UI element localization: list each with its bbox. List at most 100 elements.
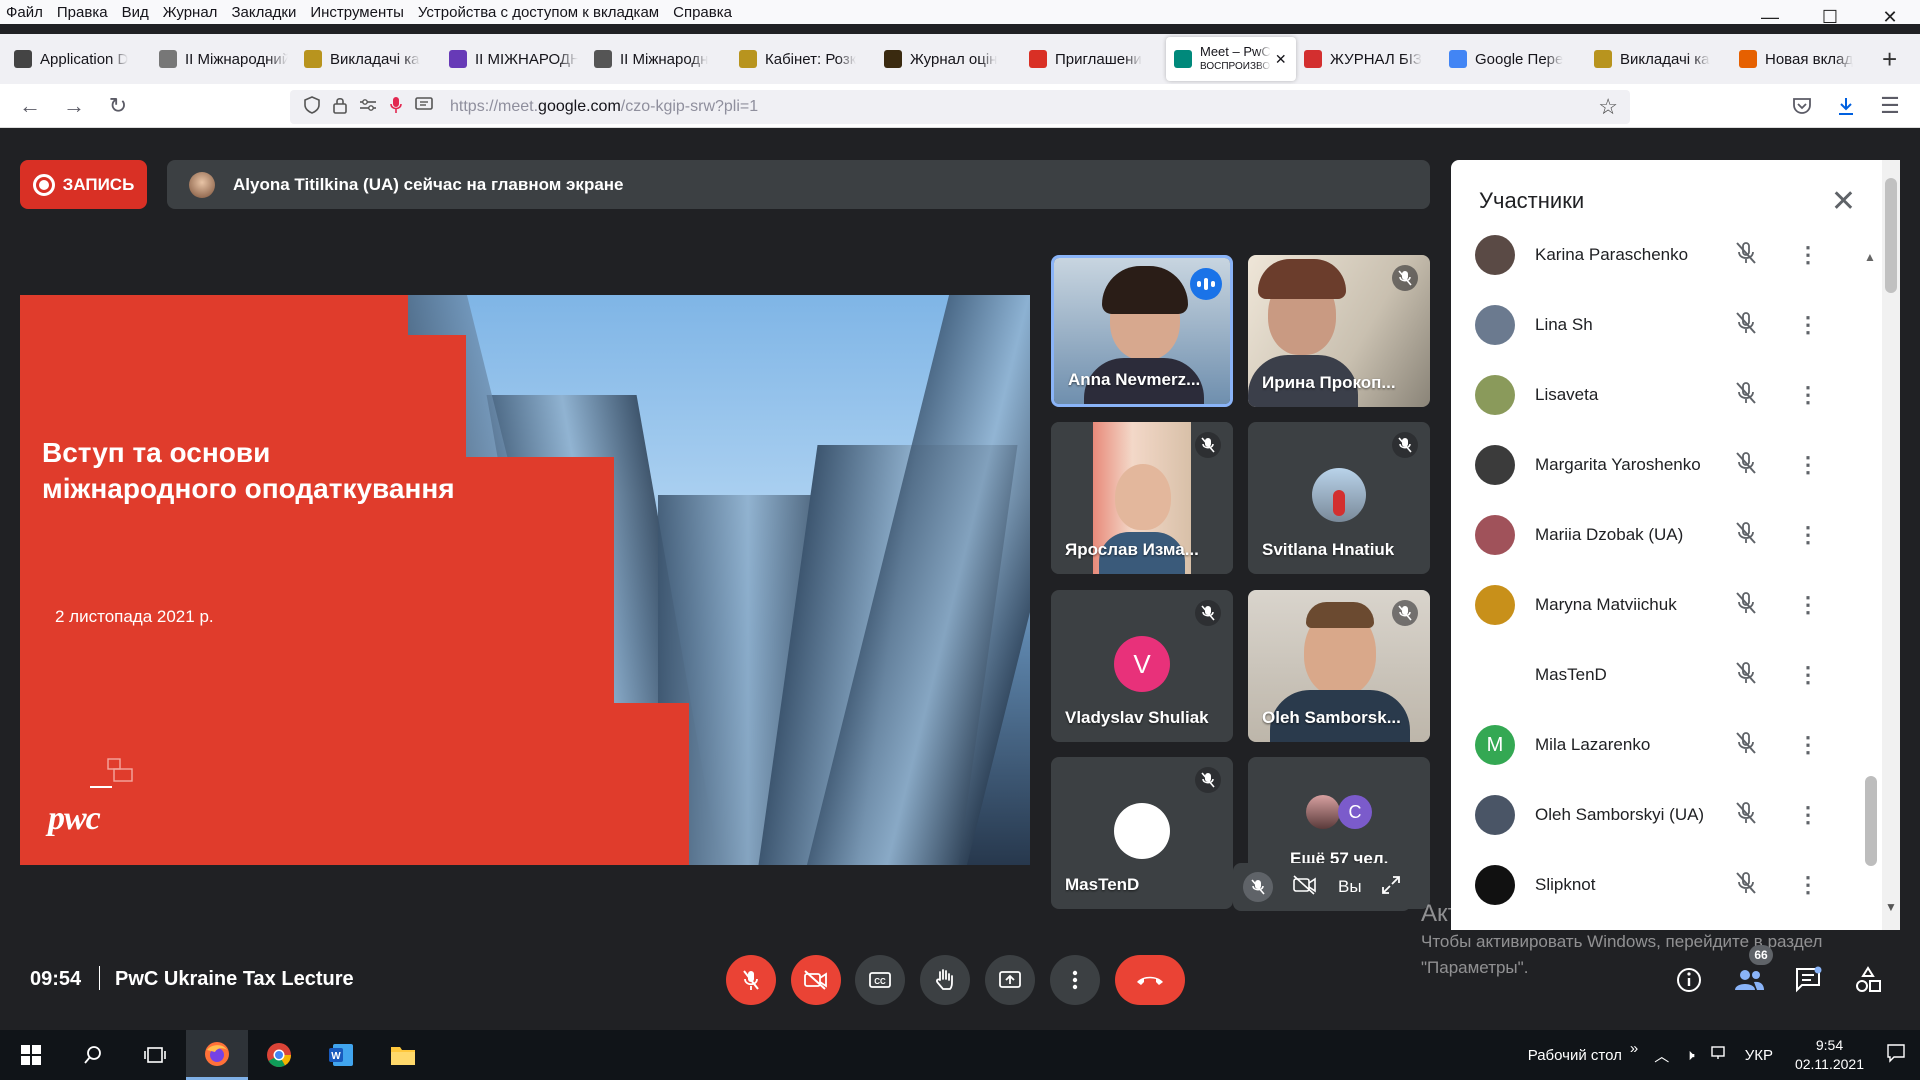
browser-tab[interactable]: Новая вклад <box>1731 39 1876 79</box>
url-text[interactable]: https://meet.google.com/czo-kgip-srw?pli… <box>450 98 758 116</box>
mute-participant-icon[interactable] <box>1733 730 1759 761</box>
menu-edit[interactable]: Правка <box>50 4 115 21</box>
menu-synced-tabs[interactable]: Устройства с доступом к вкладкам <box>411 4 666 21</box>
address-bar[interactable]: https://meet.google.com/czo-kgip-srw?pli… <box>290 90 1630 124</box>
self-view-bar[interactable]: Вы <box>1233 863 1411 911</box>
page-scroll-thumb[interactable] <box>1885 178 1897 293</box>
participant-tile[interactable]: Ирина Прокоп... <box>1248 255 1430 407</box>
participant-tile[interactable]: Svitlana Hnatiuk <box>1248 422 1430 574</box>
microphone-active-icon[interactable] <box>382 96 410 119</box>
more-options-button[interactable] <box>1050 955 1100 1005</box>
menu-view[interactable]: Вид <box>115 4 156 21</box>
participant-more-icon[interactable]: ⋮ <box>1797 874 1819 896</box>
taskbar-chrome[interactable] <box>248 1030 310 1080</box>
browser-tab[interactable]: Журнал оцін <box>876 39 1021 79</box>
mute-participant-icon[interactable] <box>1733 800 1759 831</box>
participant-tile[interactable]: Oleh Samborsk... <box>1248 590 1430 742</box>
browser-tab[interactable]: Приглашени <box>1021 39 1166 79</box>
participant-more-icon[interactable]: ⋮ <box>1797 454 1819 476</box>
participant-more-icon[interactable]: ⋮ <box>1797 594 1819 616</box>
menu-file[interactable]: Файл <box>0 4 50 21</box>
forward-button[interactable]: → <box>52 84 96 128</box>
participant-tile[interactable]: Ярослав Изма... <box>1051 422 1233 574</box>
browser-tab[interactable]: Викладачі ка <box>296 39 441 79</box>
speaker-icon[interactable]: 🕨 <box>1685 1047 1694 1064</box>
reload-button[interactable]: ↻ <box>96 84 140 128</box>
shield-icon[interactable] <box>298 95 326 119</box>
participant-more-icon[interactable]: ⋮ <box>1797 524 1819 546</box>
camera-toggle-button[interactable] <box>791 955 841 1005</box>
participant-more-icon[interactable]: ⋮ <box>1797 664 1819 686</box>
mute-participant-icon[interactable] <box>1733 520 1759 551</box>
lock-icon[interactable] <box>326 96 354 119</box>
close-panel-icon[interactable]: ✕ <box>1831 184 1856 219</box>
mute-participant-icon[interactable] <box>1733 660 1759 691</box>
participant-row[interactable]: MasTenD ⋮ <box>1451 640 1871 710</box>
browser-tab[interactable]: ЖУРНАЛ БІЗ <box>1296 39 1441 79</box>
back-button[interactable]: ← <box>8 84 52 128</box>
minimize-button[interactable]: — <box>1740 0 1800 34</box>
meeting-details-button[interactable] <box>1669 960 1709 1000</box>
browser-tab[interactable]: II Міжнародн <box>586 39 731 79</box>
browser-tab[interactable]: Викладачі ка <box>1586 39 1731 79</box>
scroll-down-icon[interactable]: ▼ <box>1885 900 1897 914</box>
chat-button[interactable] <box>1788 960 1828 1000</box>
page-scrollbar[interactable]: ▼ <box>1882 160 1900 930</box>
participant-more-icon[interactable]: ⋮ <box>1797 384 1819 406</box>
participant-more-icon[interactable]: ⋮ <box>1797 244 1819 266</box>
raise-hand-button[interactable] <box>920 955 970 1005</box>
mute-participant-icon[interactable] <box>1733 590 1759 621</box>
participant-more-icon[interactable]: ⋮ <box>1797 804 1819 826</box>
present-screen-button[interactable] <box>985 955 1035 1005</box>
mute-participant-icon[interactable] <box>1733 310 1759 341</box>
participants-button[interactable] <box>1729 960 1769 1000</box>
participant-row[interactable]: Margarita Yaroshenko ⋮ <box>1451 430 1871 500</box>
scroll-up-icon[interactable]: ▲ <box>1864 250 1876 264</box>
close-tab-icon[interactable]: ✕ <box>1275 51 1287 68</box>
participant-more-icon[interactable]: ⋮ <box>1797 314 1819 336</box>
menu-help[interactable]: Справка <box>666 4 739 21</box>
tray-expand-icon[interactable]: ︿ <box>1654 1045 1669 1066</box>
browser-tab[interactable]: II МІЖНАРОДН <box>441 39 586 79</box>
maximize-button[interactable]: ☐ <box>1800 0 1860 34</box>
browser-tab[interactable]: Application D <box>6 39 151 79</box>
mute-participant-icon[interactable] <box>1733 450 1759 481</box>
browser-tab[interactable]: II Міжнародний <box>151 39 296 79</box>
close-window-button[interactable]: ✕ <box>1860 0 1920 34</box>
browser-tab[interactable]: Кабінет: Розк <box>731 39 876 79</box>
participant-row[interactable]: Lina Sh ⋮ <box>1451 290 1871 360</box>
menu-tools[interactable]: Инструменты <box>303 4 411 21</box>
panel-scrollbar[interactable]: ▲ <box>1864 250 1878 916</box>
browser-tab[interactable]: Meet – PwC ВОСПРОИЗВО ✕ <box>1166 37 1296 81</box>
screen-share-indicator-icon[interactable] <box>410 96 438 118</box>
taskbar-clock[interactable]: 9:54 02.11.2021 <box>1795 1036 1864 1074</box>
expand-icon[interactable] <box>1381 875 1401 900</box>
search-button[interactable] <box>62 1030 124 1080</box>
activities-button[interactable] <box>1848 960 1888 1000</box>
toolbar-chevron-icon[interactable]: » <box>1630 1040 1638 1057</box>
permissions-icon[interactable] <box>354 97 382 118</box>
taskbar-firefox[interactable] <box>186 1030 248 1080</box>
notification-center-icon[interactable] <box>1886 1043 1906 1067</box>
task-view-button[interactable] <box>124 1030 186 1080</box>
participant-row[interactable]: Mariia Dzobak (UA) ⋮ <box>1451 500 1871 570</box>
participant-tile[interactable]: Anna Nevmerz... <box>1051 255 1233 407</box>
mute-participant-icon[interactable] <box>1733 870 1759 901</box>
participant-tile[interactable]: V Vladyslav Shuliak <box>1051 590 1233 742</box>
participant-tile[interactable]: MasTenD <box>1051 757 1233 909</box>
network-icon[interactable] <box>1710 1045 1729 1065</box>
language-indicator[interactable]: УКР <box>1745 1047 1773 1064</box>
participant-row[interactable]: Maryna Matviichuk ⋮ <box>1451 570 1871 640</box>
bookmark-star-icon[interactable]: ☆ <box>1598 94 1618 120</box>
menu-history[interactable]: Журнал <box>156 4 225 21</box>
app-menu-button[interactable]: ☰ <box>1868 84 1912 128</box>
leave-call-button[interactable] <box>1115 955 1185 1005</box>
mute-participant-icon[interactable] <box>1733 240 1759 271</box>
mute-participant-icon[interactable] <box>1733 380 1759 411</box>
pocket-button[interactable] <box>1780 84 1824 128</box>
taskbar-word[interactable]: W <box>310 1030 372 1080</box>
downloads-button[interactable] <box>1824 84 1868 128</box>
participant-row[interactable]: Lisaveta ⋮ <box>1451 360 1871 430</box>
browser-tab[interactable]: Google Пере <box>1441 39 1586 79</box>
participant-more-icon[interactable]: ⋮ <box>1797 734 1819 756</box>
